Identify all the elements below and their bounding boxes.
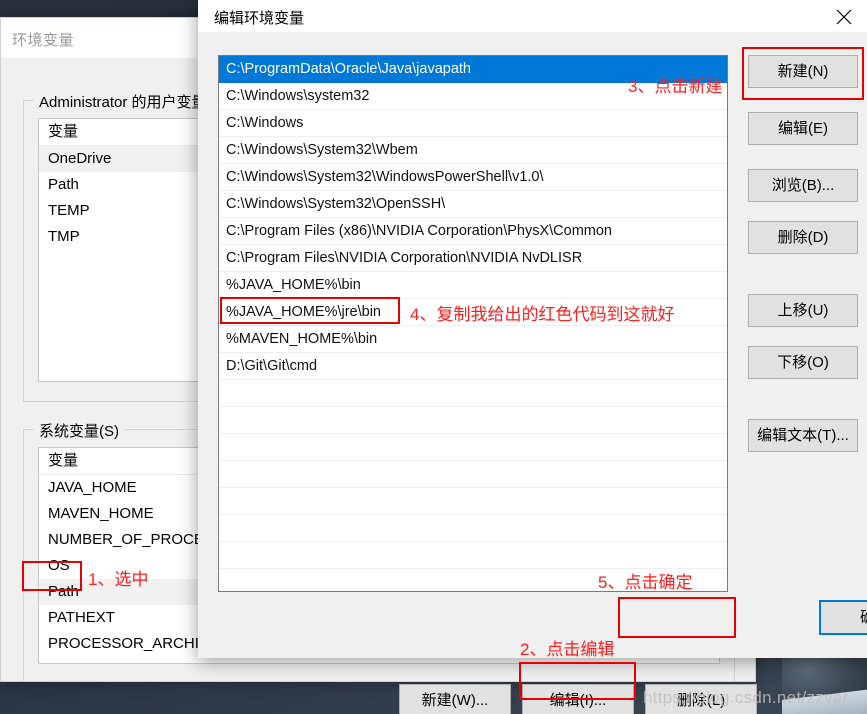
list-item[interactable]: C:\Windows\System32\OpenSSH\ xyxy=(219,191,727,218)
dialog-body: C:\ProgramData\Oracle\Java\javapath C:\W… xyxy=(198,32,867,658)
list-item[interactable] xyxy=(219,407,727,434)
close-icon xyxy=(836,9,852,25)
list-item[interactable]: C:\Windows\System32\WindowsPowerShell\v1… xyxy=(219,164,727,191)
close-button[interactable] xyxy=(821,0,867,32)
dialog-titlebar: 编辑环境变量 xyxy=(198,0,867,32)
edit-environment-variable-dialog: 编辑环境变量 C:\ProgramData\Oracle\Java\javapa… xyxy=(198,0,867,658)
delete-button[interactable]: 删除(D) xyxy=(748,221,858,254)
list-item[interactable] xyxy=(219,515,727,542)
screen: 环境变量 Administrator 的用户变量 变量 OneDrive Pat… xyxy=(0,0,867,714)
move-down-button[interactable]: 下移(O) xyxy=(748,346,858,379)
list-item[interactable]: C:\Program Files\NVIDIA Corporation\NVID… xyxy=(219,245,727,272)
list-item[interactable] xyxy=(219,380,727,407)
annotation-step-4: 4、复制我给出的红色代码到这就好 xyxy=(410,305,675,324)
user-variables-group-label: Administrator 的用户变量 xyxy=(34,91,212,112)
list-item-maven-home[interactable]: %MAVEN_HOME%\bin xyxy=(219,326,727,353)
annotation-step-1: 1、选中 xyxy=(88,570,149,589)
table-row[interactable]: PROCESSOR_IDENTIFIE xyxy=(39,657,719,663)
list-item[interactable]: C:\Windows\System32\Wbem xyxy=(219,137,727,164)
list-item[interactable] xyxy=(219,542,727,569)
list-item[interactable]: %JAVA_HOME%\bin xyxy=(219,272,727,299)
list-item[interactable] xyxy=(219,461,727,488)
list-item[interactable] xyxy=(219,488,727,515)
edit-text-button[interactable]: 编辑文本(T)... xyxy=(748,419,858,452)
system-new-button[interactable]: 新建(W)... xyxy=(399,684,511,714)
ok-button[interactable]: 确定 xyxy=(819,600,867,635)
list-item[interactable]: C:\Program Files (x86)\NVIDIA Corporatio… xyxy=(219,218,727,245)
annotation-step-2: 2、点击编辑 xyxy=(520,640,615,659)
annotation-step-5: 5、点击确定 xyxy=(598,573,693,592)
system-edit-button[interactable]: 编辑(I)... xyxy=(522,684,634,714)
watermark: https://blog.csdn.net/zzvar xyxy=(643,688,849,707)
system-variables-group-label: 系统变量(S) xyxy=(34,420,124,441)
move-up-button[interactable]: 上移(U) xyxy=(748,294,858,327)
environment-variables-title: 环境变量 xyxy=(12,32,75,49)
browse-button[interactable]: 浏览(B)... xyxy=(748,169,858,202)
list-item[interactable]: D:\Git\Git\cmd xyxy=(219,353,727,380)
list-item[interactable]: C:\Windows xyxy=(219,110,727,137)
dialog-title: 编辑环境变量 xyxy=(214,10,305,27)
annotation-step-3: 3、点击新建 xyxy=(628,77,723,96)
new-button[interactable]: 新建(N) xyxy=(748,55,858,88)
list-item[interactable] xyxy=(219,434,727,461)
edit-button[interactable]: 编辑(E) xyxy=(748,112,858,145)
